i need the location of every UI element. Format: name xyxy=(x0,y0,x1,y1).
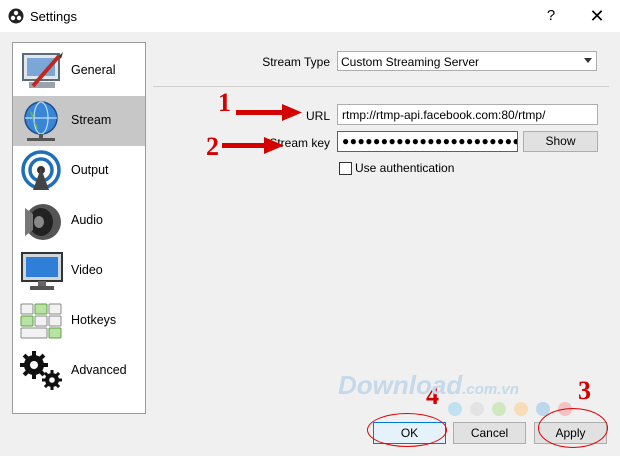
output-antenna-icon xyxy=(21,150,61,190)
watermark-main: Download xyxy=(338,370,463,400)
sidebar-item-label: Hotkeys xyxy=(71,313,117,327)
sidebar-item-stream[interactable]: Stream xyxy=(13,96,145,146)
close-button[interactable]: ✕ xyxy=(584,5,610,27)
help-button[interactable]: ? xyxy=(540,6,562,26)
sidebar-item-label: Advanced xyxy=(71,363,127,377)
sidebar-item-label: Output xyxy=(71,163,109,177)
url-input[interactable]: rtmp://rtmp-api.facebook.com:80/rtmp/ xyxy=(337,104,598,125)
watermark-dot xyxy=(514,402,528,416)
annotation-number-3: 3 xyxy=(578,376,591,405)
sidebar-item-label: General xyxy=(71,63,116,77)
stream-type-label: Stream Type xyxy=(262,55,330,69)
watermark-suffix: .com.vn xyxy=(462,381,519,398)
watermark-dot xyxy=(492,402,506,416)
obs-icon xyxy=(8,8,24,24)
highlight-circle-apply xyxy=(538,408,608,448)
sidebar-item-advanced[interactable]: Advanced xyxy=(13,346,145,396)
hotkeys-keyboard-icon xyxy=(20,303,62,339)
annotation-number-1: 1 xyxy=(218,88,231,117)
highlight-circle-ok xyxy=(367,413,447,447)
use-authentication-label: Use authentication xyxy=(355,161,455,175)
sidebar-item-label: Audio xyxy=(71,213,103,227)
general-icon xyxy=(22,52,63,88)
sidebar-item-hotkeys[interactable]: Hotkeys xyxy=(13,296,145,346)
sidebar-item-general[interactable]: General xyxy=(13,46,145,96)
sidebar-item-label: Video xyxy=(71,263,103,277)
sidebar-item-video[interactable]: Video xyxy=(13,246,145,296)
cancel-button[interactable]: Cancel xyxy=(453,422,526,444)
separator xyxy=(153,86,609,87)
stream-type-value: Custom Streaming Server xyxy=(341,55,480,69)
show-key-button[interactable]: Show xyxy=(523,131,598,152)
sidebar-item-label: Stream xyxy=(71,113,112,127)
stream-globe-icon xyxy=(24,101,58,141)
watermark-dot xyxy=(470,402,484,416)
advanced-gears-icon xyxy=(20,351,62,390)
audio-speaker-icon xyxy=(25,204,61,240)
annotation-number-2: 2 xyxy=(206,132,219,161)
watermark-dot xyxy=(448,402,462,416)
settings-sidebar: General Stream Output Audio Video Hotkey… xyxy=(12,42,146,414)
title-bar: Settings ? ✕ xyxy=(0,0,620,32)
use-authentication-checkbox[interactable] xyxy=(339,162,352,175)
sidebar-item-audio[interactable]: Audio xyxy=(13,196,145,246)
red-arrow-icon xyxy=(222,137,284,154)
window-title: Settings xyxy=(30,9,77,24)
sidebar-item-output[interactable]: Output xyxy=(13,146,145,196)
stream-type-select[interactable]: Custom Streaming Server xyxy=(337,51,597,71)
download-watermark-logo: Download.com.vn xyxy=(338,370,519,401)
chevron-down-icon xyxy=(584,58,592,63)
stream-key-input[interactable]: ●●●●●●●●●●●●●●●●●●●●●●●●●●●●●● xyxy=(337,131,518,152)
red-arrow-icon xyxy=(236,104,302,121)
video-monitor-icon xyxy=(21,252,63,290)
